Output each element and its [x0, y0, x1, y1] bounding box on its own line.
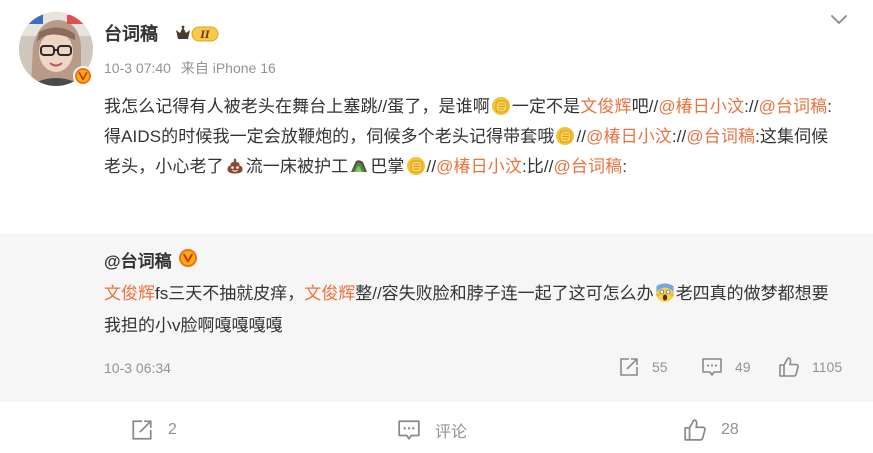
- post-action-toolbar: 2 评论 28: [0, 414, 873, 450]
- weibo-post-card: 台词稿 II 10-3 07:40 来自 iPhone 16 我怎么记得有人被老…: [0, 0, 873, 453]
- text-segment: fs三天不抽就皮痒，: [155, 284, 305, 303]
- author-name[interactable]: 台词稿: [104, 22, 158, 46]
- member-level-badge-icon[interactable]: II: [174, 24, 220, 44]
- comment-label: 评论: [435, 424, 468, 441]
- text-segment: :: [622, 157, 628, 176]
- text-segment: 我怎么记得有人被老头在舞台上塞跳//蛋了，是谁啊: [104, 97, 490, 116]
- highlighted-keyword[interactable]: 文俊辉: [304, 284, 355, 303]
- mention-link[interactable]: @椿日小汶: [658, 97, 744, 116]
- text-segment: 吧//: [631, 97, 659, 116]
- retweet-author-name[interactable]: @台词稿: [104, 250, 172, 274]
- fist-emoji-icon: [406, 156, 426, 176]
- verified-badge-icon: [178, 248, 198, 275]
- text-segment: ://: [671, 127, 687, 146]
- slap-hand-emoji-icon: [349, 156, 369, 176]
- comment-icon: [702, 358, 722, 376]
- mention-link[interactable]: @椿日小汶: [436, 157, 522, 176]
- verified-badge-icon: [73, 66, 93, 86]
- text-segment: //: [576, 127, 587, 146]
- retweet-actions: 55 49 1105: [0, 356, 873, 382]
- repost-count: 2: [168, 421, 177, 438]
- text-segment: //: [426, 157, 437, 176]
- avatar[interactable]: [19, 12, 93, 86]
- retweet-author[interactable]: @台词稿: [104, 248, 198, 275]
- text-segment: 整//容失败脸和脖子连一起了这可怎么办: [355, 284, 654, 303]
- post-source: 来自 iPhone 16: [180, 60, 276, 76]
- thumbs-up-icon: [684, 419, 706, 441]
- text-segment: ://: [744, 97, 759, 116]
- more-options-chevron-icon[interactable]: [829, 12, 849, 28]
- mention-link[interactable]: @椿日小汶: [586, 127, 672, 146]
- fist-emoji-icon: [491, 96, 511, 116]
- mention-link[interactable]: @台词稿: [686, 127, 755, 146]
- level-badge-text: II: [199, 30, 210, 41]
- repost-button[interactable]: 2: [130, 418, 177, 442]
- repost-icon: [620, 358, 638, 376]
- post-meta: 10-3 07:40 来自 iPhone 16: [104, 58, 282, 78]
- scream-emoji-icon: [655, 282, 675, 302]
- retweet-comment-button[interactable]: 49: [701, 356, 751, 378]
- retweet-repost-count: 55: [652, 359, 668, 375]
- retweeted-post[interactable]: @台词稿 文俊辉fs三天不抽就皮痒，文俊辉整//容失败脸和脖子连一起了这可怎么办…: [0, 234, 873, 402]
- repost-icon: [132, 420, 152, 440]
- retweet-like-count: 1105: [812, 359, 843, 375]
- like-count: 28: [721, 421, 739, 438]
- text-segment: :比//: [521, 157, 554, 176]
- post-time[interactable]: 10-3 07:40: [104, 60, 171, 76]
- thumbs-up-icon: [779, 357, 799, 377]
- poop-emoji-icon: [225, 156, 245, 176]
- mention-link[interactable]: @台词稿: [759, 97, 828, 116]
- highlighted-keyword[interactable]: 文俊辉: [104, 284, 155, 303]
- fist-emoji-icon: [555, 126, 575, 146]
- text-segment: 流一床被护工: [245, 157, 349, 176]
- highlighted-keyword[interactable]: 文俊辉: [580, 97, 631, 116]
- like-button[interactable]: 28: [683, 418, 739, 442]
- retweet-like-button[interactable]: 1105: [778, 356, 842, 378]
- mention-link[interactable]: @台词稿: [554, 157, 623, 176]
- retweet-repost-button[interactable]: 55: [618, 356, 668, 378]
- comment-icon: [398, 420, 420, 440]
- text-segment: 一定不是: [511, 97, 581, 116]
- retweet-body-text: 文俊辉fs三天不抽就皮痒，文俊辉整//容失败脸和脖子连一起了这可怎么办 老四真的做…: [104, 278, 844, 342]
- comment-button[interactable]: 评论: [397, 418, 467, 442]
- post-body-text: 我怎么记得有人被老头在舞台上塞跳//蛋了，是谁啊 一定不是文俊辉吧//@椿日小汶:…: [104, 92, 844, 182]
- retweet-comment-count: 49: [735, 359, 751, 375]
- text-segment: 巴掌: [370, 157, 405, 176]
